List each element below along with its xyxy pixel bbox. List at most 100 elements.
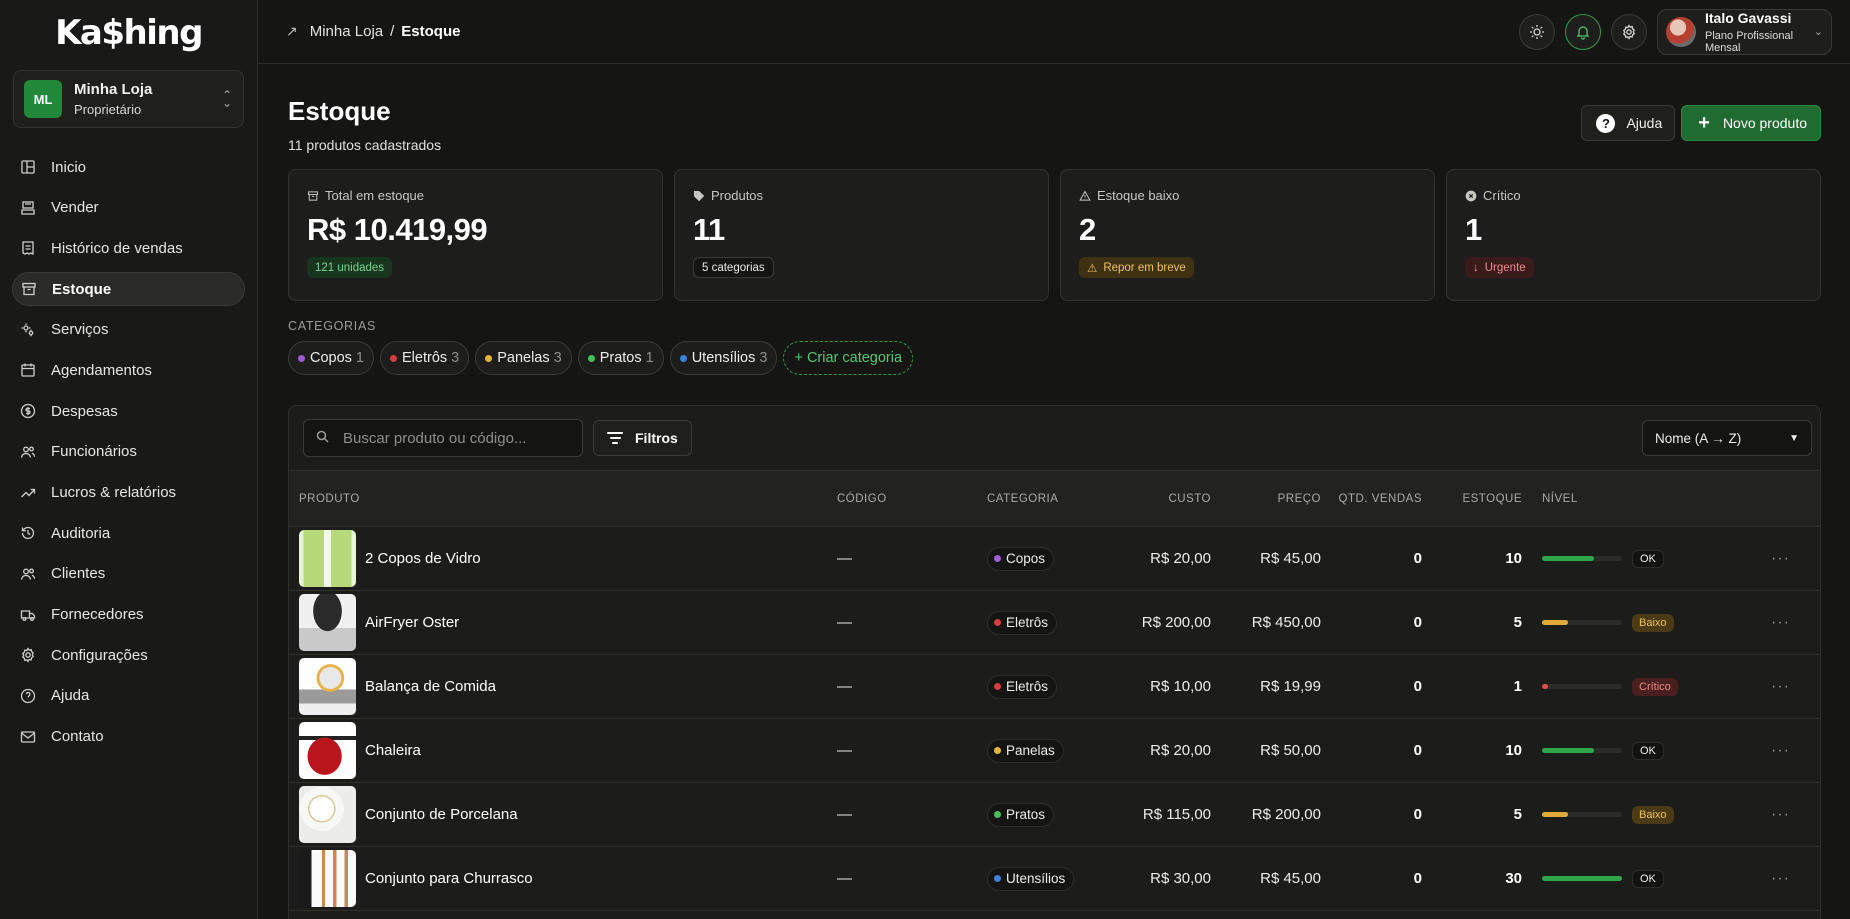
product-cell: Conjunto de Porcelana: [289, 783, 837, 847]
stat-card: Estoque baixo 2 ⚠ Repor em breve: [1060, 169, 1435, 301]
sidebar-item-contato[interactable]: Contato: [12, 720, 245, 754]
product-cost: R$ 115,00: [1142, 806, 1211, 823]
stat-value: R$ 10.419,99: [307, 212, 488, 247]
product-name[interactable]: AirFryer Oster: [365, 614, 459, 631]
category-pill: Copos: [987, 546, 1055, 571]
sidebar-item-label: Ajuda: [51, 687, 90, 705]
table-row[interactable]: AirFryer Oster — Eletrôs R$ 200,00 R$ 450,00…: [289, 591, 1820, 655]
sidebar-item-ajuda[interactable]: Ajuda: [12, 679, 245, 713]
user-menu[interactable]: Italo Gavassi Plano Profissional Mensal …: [1657, 8, 1832, 55]
category-dot: [994, 811, 1001, 818]
stock-level-fill: [1542, 620, 1568, 625]
table-row[interactable]: Chaleira — Panelas R$ 20,00 R$ 50,00 0 10 OK ···: [289, 719, 1820, 783]
notifications-button[interactable]: [1565, 13, 1601, 50]
theme-toggle-button[interactable]: [1519, 13, 1555, 50]
help-button[interactable]: ? Ajuda: [1581, 105, 1676, 141]
category-pill-label: Eletrôs: [1006, 615, 1049, 630]
users-icon: [20, 566, 36, 582]
row-actions-icon[interactable]: ···: [1752, 527, 1820, 591]
row-actions-icon[interactable]: ···: [1752, 655, 1820, 719]
column-header[interactable]: CÓDIGO: [837, 470, 987, 527]
sidebar-item-servicos[interactable]: Serviços: [12, 313, 245, 347]
category-chip[interactable]: Pratos 1: [577, 341, 664, 375]
column-header[interactable]: ESTOQUE: [1422, 470, 1522, 527]
column-header[interactable]: CUSTO: [1112, 470, 1211, 527]
filters-label: Filtros: [635, 430, 678, 446]
sidebar-item-agendamentos[interactable]: Agendamentos: [12, 353, 245, 387]
sort-select[interactable]: Nome (A → Z) ▼: [1642, 420, 1812, 456]
column-header[interactable]: QTD. VENDAS: [1321, 470, 1422, 527]
settings-button[interactable]: [1611, 13, 1647, 50]
product-code: —: [837, 550, 852, 567]
search-input[interactable]: [343, 429, 553, 447]
create-category-button[interactable]: + Criar categoria: [783, 341, 914, 375]
stock-level-fill: [1542, 876, 1622, 881]
register-icon: [20, 200, 36, 216]
sidebar-item-configuracoes[interactable]: Configurações: [12, 638, 245, 672]
category-chip[interactable]: Panelas 3: [475, 341, 572, 375]
table-row[interactable]: Conjunto para Churrasco — Utensílios R$ 30,…: [289, 847, 1820, 911]
product-name[interactable]: Balança de Comida: [365, 678, 496, 695]
brand-logo[interactable]: Ka$hing: [12, 0, 245, 66]
page-subtitle: 11 produtos cadastrados: [288, 137, 442, 153]
category-chip[interactable]: Utensílios 3: [669, 341, 778, 375]
dollar-circle-icon: [20, 403, 36, 419]
arrow-up-right-icon[interactable]: ↗: [286, 23, 298, 40]
row-actions-icon[interactable]: ···: [1752, 591, 1820, 655]
sidebar-item-estoque[interactable]: Estoque: [12, 272, 245, 307]
table-row[interactable]: 2 Copos de Vidro — Copos R$ 20,00 R$ 45,00 0 1…: [289, 527, 1820, 591]
category-pill-label: Utensílios: [1006, 871, 1066, 886]
product-name[interactable]: Chaleira: [365, 742, 421, 759]
sidebar-item-inicio[interactable]: Inicio: [12, 150, 245, 184]
column-header[interactable]: PRODUTO: [289, 470, 837, 527]
sidebar-item-funcionarios[interactable]: Funcionários: [12, 435, 245, 469]
row-actions-icon[interactable]: ···: [1752, 847, 1820, 911]
product-name[interactable]: 2 Copos de Vidro: [365, 550, 481, 567]
store-switcher[interactable]: ML Minha Loja Proprietário ⌃ ⌄: [13, 70, 244, 128]
column-header[interactable]: NÍVEL: [1522, 470, 1752, 527]
product-name[interactable]: Conjunto para Churrasco: [365, 870, 533, 887]
breadcrumb-parent[interactable]: Minha Loja: [310, 23, 383, 40]
sidebar-item-auditoria[interactable]: Auditoria: [12, 516, 245, 550]
product-price: R$ 200,00: [1251, 806, 1321, 823]
warning-icon: ⚠: [1087, 262, 1098, 275]
category-count: 1: [355, 350, 364, 366]
stat-value: 2: [1079, 212, 1096, 247]
sidebar-item-despesas[interactable]: Despesas: [12, 394, 245, 428]
products-panel: Filtros Nome (A → Z) ▼ PRODUTOCÓDIGOCATE…: [288, 405, 1821, 919]
table-row[interactable]: Conjunto de Porcelana — Pratos R$ 115,00 R$ …: [289, 783, 1820, 847]
sidebar-item-label: Configurações: [51, 646, 148, 664]
product-name[interactable]: Conjunto de Porcelana: [365, 806, 518, 823]
sidebar-item-lucros-relatorios[interactable]: Lucros & relatórios: [12, 476, 245, 510]
sidebar-item-label: Serviços: [51, 321, 109, 339]
product-category-cell: Panelas: [987, 719, 1112, 783]
stock-level-bar: [1542, 812, 1622, 817]
product-thumbnail: [299, 786, 356, 843]
new-product-button[interactable]: + Novo produto: [1681, 105, 1821, 141]
sidebar-item-fornecedores[interactable]: Fornecedores: [12, 598, 245, 632]
category-chip[interactable]: Eletrôs 3: [380, 341, 470, 375]
category-name: Panelas: [497, 350, 550, 366]
sidebar-item-clientes[interactable]: Clientes: [12, 557, 245, 591]
row-actions-icon[interactable]: ···: [1752, 719, 1820, 783]
row-actions-icon[interactable]: ···: [1752, 783, 1820, 847]
sidebar-item-historico-de-vendas[interactable]: Histórico de vendas: [12, 231, 245, 265]
product-code: —: [837, 742, 852, 759]
stock-level-bar: [1542, 620, 1622, 625]
column-header-actions: [1752, 470, 1820, 527]
product-price: R$ 50,00: [1260, 742, 1321, 759]
layout-icon: [20, 159, 36, 175]
category-dot: [994, 747, 1001, 754]
product-stock: 10: [1505, 550, 1522, 567]
category-chip[interactable]: Copos 1: [288, 341, 374, 375]
column-header[interactable]: PREÇO: [1211, 470, 1321, 527]
category-name: Utensílios: [691, 350, 756, 366]
filters-button[interactable]: Filtros: [593, 420, 692, 456]
sidebar-item-vender[interactable]: Vender: [12, 191, 245, 225]
users-icon: [20, 444, 36, 460]
stock-level: Baixo: [1542, 613, 1752, 632]
column-header[interactable]: CATEGORIA: [987, 470, 1112, 527]
product-level-cell: Crítico: [1522, 655, 1752, 719]
table-row[interactable]: Balança de Comida — Eletrôs R$ 10,00 R$ 19,9…: [289, 655, 1820, 719]
stat-label: Crítico: [1465, 188, 1802, 203]
